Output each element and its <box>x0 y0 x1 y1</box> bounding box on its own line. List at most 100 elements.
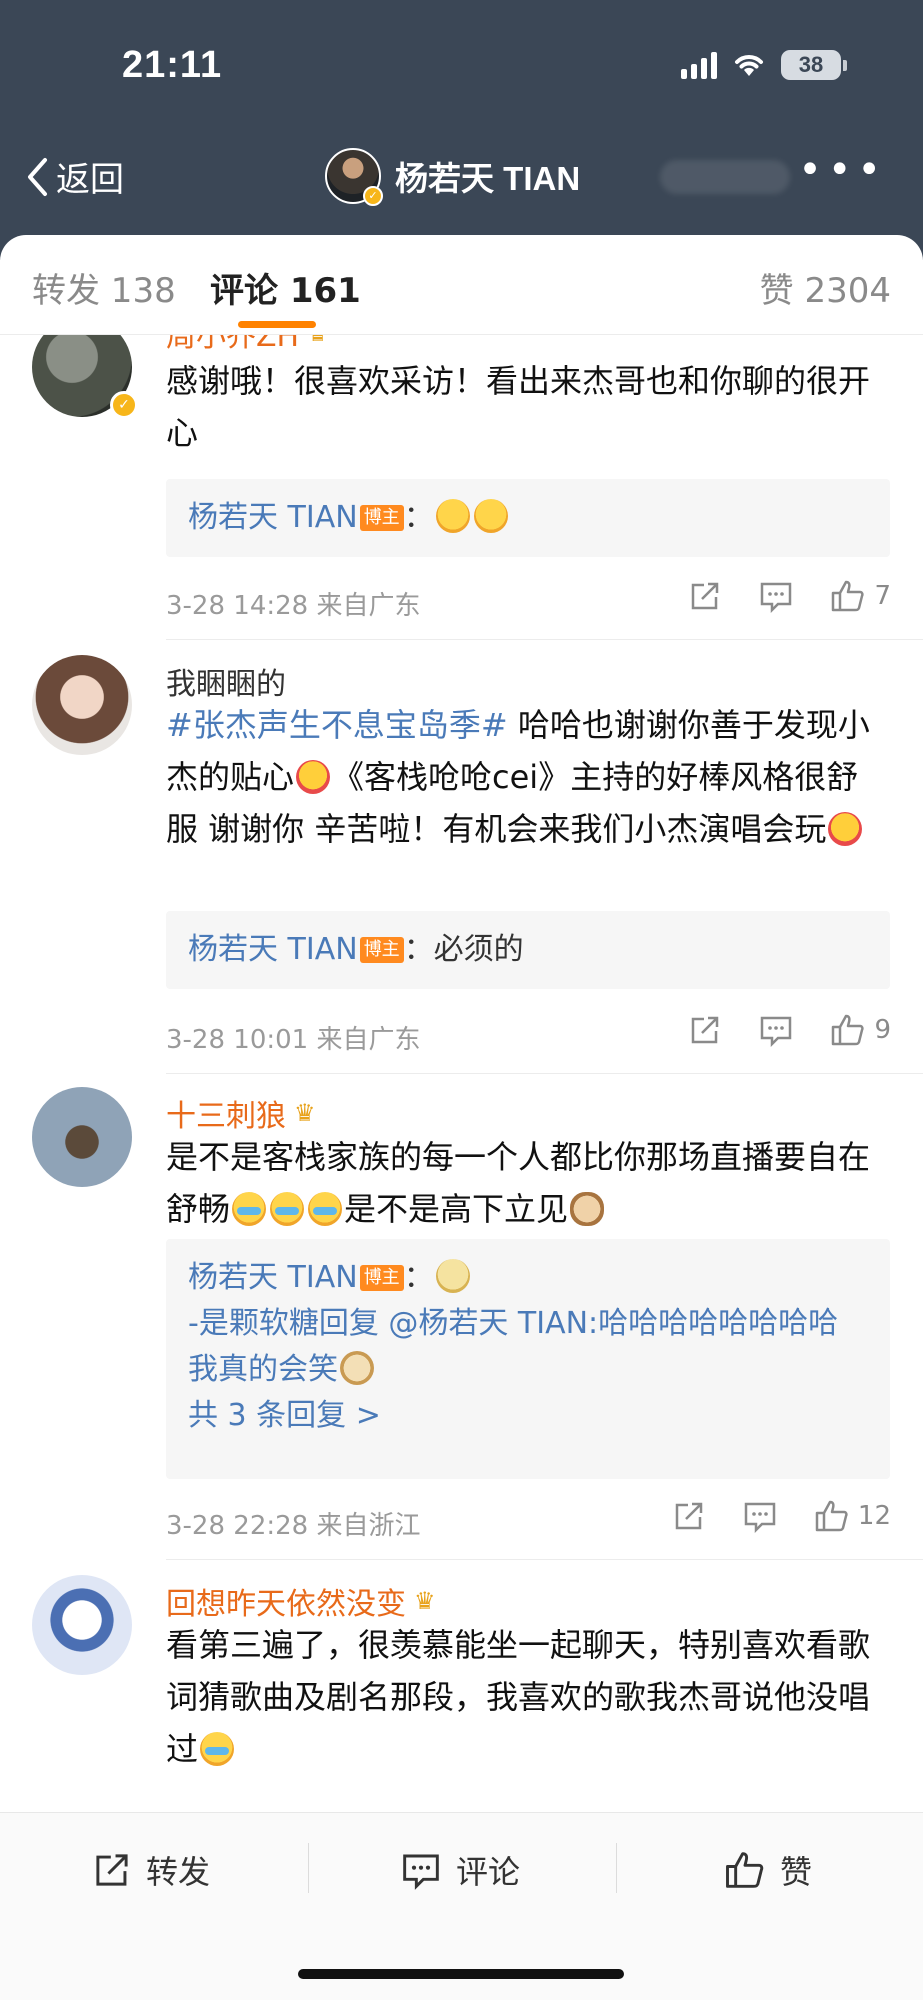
status-time: 21:11 <box>122 44 223 86</box>
back-label: 返回 <box>56 160 124 200</box>
divider <box>166 639 923 640</box>
comment-text-part: 是不是高下立见 <box>344 1190 569 1228</box>
like-count: 9 <box>874 1015 891 1045</box>
divider <box>166 1559 923 1560</box>
comment-text-part: 看第三遍了，很羡慕能坐一起聊天，特别喜欢看歌词猜歌曲及剧名那段，我喜欢的歌我杰哥… <box>166 1626 871 1768</box>
divider <box>166 1073 923 1074</box>
comment-button[interactable]: 评论 <box>400 1847 520 1893</box>
nav-profile[interactable]: ✓ 杨若天 TIAN <box>325 148 581 206</box>
like-button[interactable]: 9 <box>830 1013 891 1047</box>
crown-icon: ♛ <box>294 1099 316 1127</box>
comment-icon[interactable] <box>758 579 794 613</box>
reply-box[interactable]: 杨若天 TIAN 博主： -是颗软糖回复 @杨若天 TIAN:哈哈哈哈哈哈哈哈我真… <box>166 1239 890 1479</box>
like-button[interactable]: 7 <box>830 579 891 613</box>
avatar[interactable]: ✓ <box>32 335 138 419</box>
tab-bar: 转发 138 评论 161 赞 2304 <box>0 235 923 335</box>
back-button[interactable]: 返回 <box>26 152 124 201</box>
crying-emoji-icon <box>200 1732 235 1766</box>
thumbs-up-icon <box>815 1500 848 1532</box>
dizzy-emoji-icon <box>435 1259 470 1293</box>
repost-label: 转发 <box>146 1853 211 1891</box>
reply-author[interactable]: 杨若天 TIAN <box>188 1260 358 1295</box>
thumbs-up-icon <box>832 580 865 612</box>
reply-author[interactable]: 杨若天 TIAN <box>188 500 358 535</box>
repost-button[interactable]: 转发 <box>92 1847 210 1893</box>
tab-repost[interactable]: 转发 138 <box>32 263 176 312</box>
battery-cap <box>843 59 847 71</box>
more-replies-link[interactable]: 共 3 条回复 > <box>188 1393 868 1439</box>
like-label: 赞 <box>780 1853 813 1891</box>
app-header: 21:11 38 返回 ✓ 杨若天 TIAN ••• <box>0 0 923 260</box>
reply-text: ： <box>403 500 434 535</box>
thumbs-up-icon <box>832 1014 865 1046</box>
comment-text: 是不是客栈家族的每一个人都比你那场直播要自在舒畅 是不是高下立见 <box>166 1131 886 1235</box>
reply-box[interactable]: 杨若天 TIAN 博主 ：必须的 <box>166 911 890 989</box>
comment-icon[interactable] <box>758 1013 794 1047</box>
verified-icon: ✓ <box>110 391 138 419</box>
comment-meta: 3-28 22:28 来自浙江 <box>166 1511 421 1541</box>
share-icon <box>96 1854 128 1886</box>
username[interactable]: 十三刺狼 ♛ <box>166 1091 316 1135</box>
avatar[interactable] <box>32 1087 132 1187</box>
hashtag-link[interactable]: #张杰声生不息宝岛季# <box>166 706 508 744</box>
comment-text: #张杰声生不息宝岛季# 哈哈也谢谢你善于发现小杰的贴心 《客栈呛呛cei》主持的好… <box>166 699 886 855</box>
page-title: 杨若天 TIAN <box>395 160 581 197</box>
like-count: 7 <box>874 581 891 611</box>
tab-comment[interactable]: 评论 161 <box>210 263 361 312</box>
crying-emoji-icon <box>308 1192 343 1226</box>
username[interactable]: 我睏睏的 <box>166 659 286 703</box>
author-badge: 博主 <box>359 937 404 963</box>
reply-box[interactable]: 杨若天 TIAN 博主： <box>166 479 890 557</box>
share-icon[interactable] <box>688 1013 722 1047</box>
username-label: 回想昨天依然没变 <box>166 1587 406 1622</box>
reply-author[interactable]: 杨若天 TIAN <box>188 932 358 967</box>
comment-meta: 3-28 10:01 来自广东 <box>166 1025 421 1055</box>
comment-actions: 7 <box>688 579 891 613</box>
verified-icon: ✓ <box>363 186 383 206</box>
avatar[interactable] <box>32 1575 132 1675</box>
comment-actions: 12 <box>672 1499 891 1533</box>
avatar[interactable] <box>32 655 132 755</box>
blurred-region <box>660 160 790 194</box>
author-badge: 博主 <box>359 1265 404 1291</box>
share-icon[interactable] <box>672 1499 706 1533</box>
crown-icon: ♛ <box>307 335 329 347</box>
bottom-action-bar: 转发 评论 赞 <box>0 1812 923 2000</box>
username[interactable]: 周小乔ZH ♛ <box>166 335 329 355</box>
crying-emoji-icon <box>270 1192 305 1226</box>
sub-reply-text: -是颗软糖回复 @杨若天 TIAN:哈哈哈哈哈哈哈哈我真的会笑 <box>188 1306 839 1387</box>
tab-like[interactable]: 赞 2304 <box>760 263 891 312</box>
divider <box>308 1843 309 1893</box>
author-reply: 杨若天 TIAN 博主： <box>188 1255 868 1301</box>
home-indicator[interactable] <box>298 1969 624 1979</box>
share-icon[interactable] <box>688 579 722 613</box>
smile-emoji-icon <box>473 499 508 533</box>
comment-sheet: 转发 138 评论 161 赞 2304 ✓ 周小乔ZH ♛ 感谢哦！很喜欢采访… <box>0 235 923 2000</box>
username[interactable]: 回想昨天依然没变 ♛ <box>166 1579 436 1623</box>
sub-reply: -是颗软糖回复 @杨若天 TIAN:哈哈哈哈哈哈哈哈我真的会笑 <box>188 1301 868 1393</box>
love-emoji-icon <box>296 760 331 794</box>
comment-meta: 3-28 14:28 来自广东 <box>166 591 421 621</box>
divider <box>616 1843 617 1893</box>
like-count: 12 <box>857 1501 891 1531</box>
status-icons: 38 <box>681 50 847 80</box>
comment-icon <box>403 1854 439 1890</box>
wifi-icon <box>735 55 763 76</box>
signal-icon <box>681 51 717 79</box>
cat-emoji-icon <box>570 1192 605 1226</box>
avatar[interactable]: ✓ <box>325 148 383 206</box>
thumbs-up-icon <box>726 1852 764 1888</box>
reply-text: ： <box>403 1260 434 1295</box>
comment-label: 评论 <box>456 1853 521 1891</box>
comment-icon[interactable] <box>742 1499 778 1533</box>
active-tab-indicator <box>238 321 316 328</box>
reply-text: ：必须的 <box>403 932 524 967</box>
dog-emoji-icon <box>340 1351 374 1385</box>
more-icon[interactable]: ••• <box>798 150 887 190</box>
chevron-left-icon <box>28 157 47 196</box>
author-badge: 博主 <box>359 505 404 531</box>
like-button[interactable]: 赞 <box>724 1847 812 1893</box>
love-emoji-icon <box>828 812 863 846</box>
like-button[interactable]: 12 <box>814 1499 891 1533</box>
comment-list[interactable]: ✓ 周小乔ZH ♛ 感谢哦！很喜欢采访！看出来杰哥也和你聊的很开心 杨若天 TI… <box>0 335 923 1905</box>
